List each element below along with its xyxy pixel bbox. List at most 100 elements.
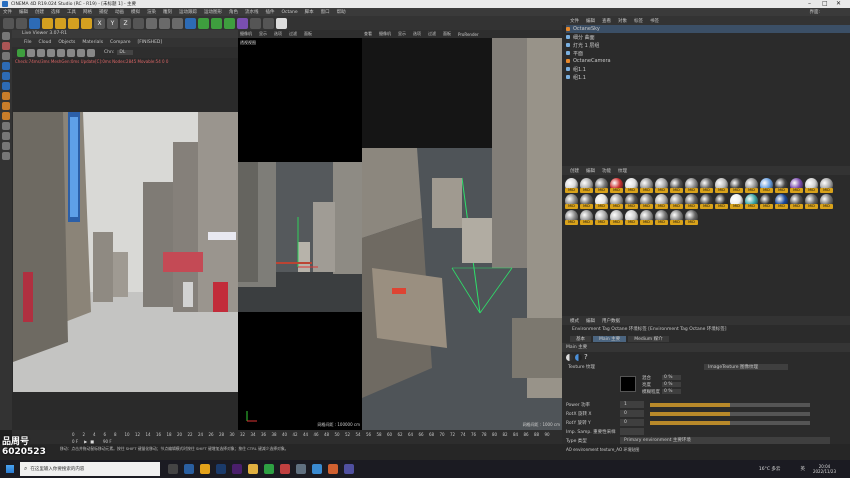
material-swatch[interactable]: MID bbox=[640, 194, 653, 209]
coord-icon[interactable] bbox=[133, 17, 144, 29]
move-icon[interactable] bbox=[42, 17, 53, 29]
material-swatch[interactable]: MID bbox=[580, 210, 593, 225]
material-swatch[interactable]: MID bbox=[625, 178, 638, 193]
attribute-menu-item[interactable]: 用户数据 bbox=[602, 318, 620, 324]
frame-start[interactable]: 0 F bbox=[72, 439, 78, 444]
material-swatch[interactable]: MID bbox=[580, 178, 593, 193]
material-menu-item[interactable]: 创建 bbox=[570, 168, 579, 174]
light-icon[interactable] bbox=[276, 17, 287, 29]
pause-icon[interactable] bbox=[47, 48, 55, 57]
right-viewport-menu-item[interactable]: 查看 bbox=[364, 31, 372, 37]
object-row[interactable]: OctaneSky bbox=[566, 25, 850, 33]
top-viewport-menu-item[interactable]: 过滤 bbox=[289, 31, 297, 37]
live-viewer-menu-item[interactable]: Materials bbox=[82, 40, 103, 45]
help-icon[interactable]: ? bbox=[584, 353, 588, 361]
object-menu-item[interactable]: 文件 bbox=[570, 18, 579, 24]
maximize-icon[interactable]: □ bbox=[822, 0, 828, 7]
deformer-icon[interactable] bbox=[237, 17, 248, 29]
model-mode-icon[interactable] bbox=[2, 42, 10, 50]
material-swatch[interactable]: MID bbox=[730, 194, 743, 209]
snap-icon[interactable] bbox=[2, 102, 10, 110]
attribute-value[interactable]: Primary environment 主要环境 bbox=[620, 437, 830, 444]
material-swatch[interactable]: MID bbox=[745, 178, 758, 193]
menu-bar-item[interactable]: 窗口 bbox=[321, 9, 330, 15]
half-circle-blue-icon[interactable] bbox=[575, 353, 582, 361]
app4-taskbar-icon[interactable] bbox=[328, 464, 338, 474]
axis-icon[interactable] bbox=[2, 92, 10, 100]
menu-bar-item[interactable]: 运动图形 bbox=[204, 9, 222, 15]
material-swatch[interactable]: MID bbox=[790, 194, 803, 209]
subdivision-icon[interactable] bbox=[211, 17, 222, 29]
task-view-icon[interactable] bbox=[168, 464, 178, 474]
object-row[interactable]: 灯光 1 层组 bbox=[566, 41, 850, 49]
object-row[interactable]: OctaneCamera bbox=[566, 57, 850, 65]
x-axis-icon[interactable]: X bbox=[94, 17, 105, 29]
menu-bar-item[interactable]: 雕刻 bbox=[163, 9, 172, 15]
workplane-icon[interactable] bbox=[2, 112, 10, 120]
wechat-taskbar-icon[interactable] bbox=[264, 464, 274, 474]
material-swatch[interactable]: MID bbox=[610, 178, 623, 193]
edge-mode-icon[interactable] bbox=[2, 72, 10, 80]
explorer-taskbar-icon[interactable] bbox=[248, 464, 258, 474]
clock[interactable]: 20:04 2022/11/23 bbox=[813, 464, 836, 474]
live-select-icon[interactable] bbox=[29, 17, 40, 29]
attribute-value[interactable]: 0 bbox=[620, 419, 644, 426]
windows-start-icon[interactable] bbox=[6, 465, 14, 473]
menu-bar-item[interactable]: 工具 bbox=[67, 9, 76, 15]
live-viewer-menu-item[interactable]: [FINISHED] bbox=[137, 40, 162, 45]
menu-bar-item[interactable]: 渲染 bbox=[147, 9, 156, 15]
center-viewport[interactable]: 网格间距 : 100000 cm bbox=[238, 162, 362, 430]
attribute-slider[interactable] bbox=[650, 420, 810, 425]
object-menu-item[interactable]: 对象 bbox=[618, 18, 627, 24]
attribute-menu-item[interactable]: 模式 bbox=[570, 318, 579, 324]
menu-bar-item[interactable]: 流水线 bbox=[245, 9, 259, 15]
scene-icon[interactable] bbox=[250, 17, 261, 29]
polygon-mode-icon[interactable] bbox=[2, 82, 10, 90]
object-row[interactable]: 平面 bbox=[566, 49, 850, 57]
texture-value[interactable]: ImageTexture 图像纹理 bbox=[704, 363, 788, 370]
live-viewer-menu-item[interactable]: Compare bbox=[110, 40, 130, 45]
live-viewer-menu-item[interactable]: File bbox=[24, 40, 32, 45]
material-menu-item[interactable]: 编辑 bbox=[586, 168, 595, 174]
uv-icon[interactable] bbox=[2, 142, 10, 150]
material-swatch[interactable]: MID bbox=[625, 210, 638, 225]
material-swatch[interactable]: MID bbox=[595, 210, 608, 225]
weather-text[interactable]: 16°C 多云 bbox=[759, 466, 781, 472]
material-swatch[interactable]: MID bbox=[775, 194, 788, 209]
live-viewer-menu-item[interactable]: Objects bbox=[58, 40, 75, 45]
material-swatch[interactable]: MID bbox=[610, 194, 623, 209]
render-settings-icon[interactable] bbox=[172, 17, 183, 29]
frame-end[interactable]: 90 F bbox=[103, 439, 112, 444]
material-menu-item[interactable]: 纹理 bbox=[618, 168, 627, 174]
menu-bar-item[interactable]: 运动跟踪 bbox=[179, 9, 197, 15]
menu-bar-item[interactable]: Octane bbox=[282, 10, 298, 15]
close-icon[interactable]: ✕ bbox=[836, 0, 841, 7]
app-taskbar-icon[interactable] bbox=[280, 464, 290, 474]
attribute-value[interactable] bbox=[620, 428, 644, 435]
point-mode-icon[interactable] bbox=[2, 62, 10, 70]
menu-bar-item[interactable]: 创建 bbox=[35, 9, 44, 15]
object-menu-item[interactable]: 查看 bbox=[602, 18, 611, 24]
material-swatch[interactable]: MID bbox=[580, 194, 593, 209]
attribute-menu-item[interactable]: 编辑 bbox=[586, 318, 595, 324]
right-viewport-menu-item[interactable]: 面板 bbox=[443, 31, 451, 37]
right-viewport-menu-item[interactable]: 过滤 bbox=[428, 31, 436, 37]
object-row[interactable]: 细分 曲面 bbox=[566, 33, 850, 41]
menu-bar-item[interactable]: 选择 bbox=[51, 9, 60, 15]
menu-bar-item[interactable]: 动画 bbox=[115, 9, 124, 15]
object-menu-item[interactable]: 书签 bbox=[650, 18, 659, 24]
menu-bar-item[interactable]: 脚本 bbox=[305, 9, 314, 15]
lock-icon[interactable] bbox=[2, 122, 10, 130]
y-axis-icon[interactable]: Y bbox=[107, 17, 118, 29]
menu-bar-item[interactable]: 文件 bbox=[3, 9, 12, 15]
app5-taskbar-icon[interactable] bbox=[344, 464, 354, 474]
create-icon[interactable] bbox=[81, 17, 92, 29]
menu-bar-item[interactable]: 插件 bbox=[266, 9, 275, 15]
object-row[interactable]: 组1.1 bbox=[566, 65, 850, 73]
material-swatch[interactable]: MID bbox=[805, 178, 818, 193]
material-swatch[interactable]: MID bbox=[655, 178, 668, 193]
material-swatch[interactable]: MID bbox=[640, 210, 653, 225]
texture-sub-value[interactable]: 0 % bbox=[662, 389, 681, 394]
material-swatch[interactable]: MID bbox=[640, 178, 653, 193]
live-viewer-menu-item[interactable]: Cloud bbox=[39, 40, 52, 45]
